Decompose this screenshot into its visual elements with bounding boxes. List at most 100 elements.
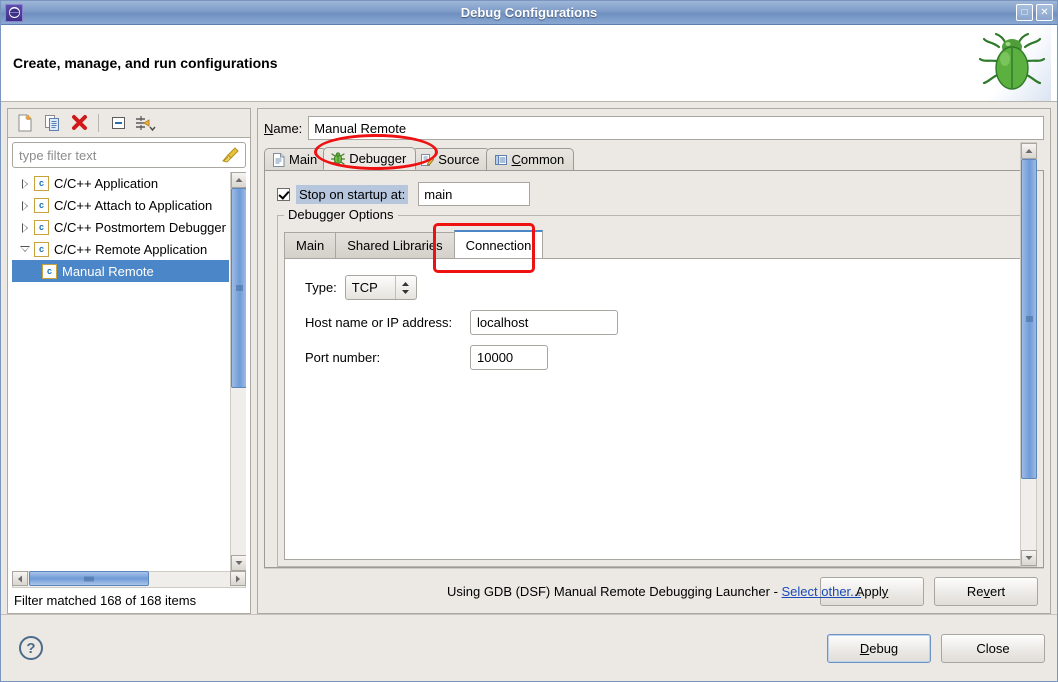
tab-source[interactable]: Source [412, 148, 490, 170]
toolbar-separator [98, 114, 99, 132]
bug-icon [331, 151, 346, 165]
scroll-left-icon[interactable] [12, 571, 28, 586]
broom-icon[interactable] [222, 146, 240, 164]
document-icon [273, 152, 285, 167]
revert-button[interactable]: Revert [934, 576, 1038, 606]
debug-button[interactable]: Debug [827, 633, 931, 663]
inner-tab-main[interactable]: Main [284, 232, 337, 258]
tree-vertical-scrollbar[interactable] [230, 172, 246, 571]
close-icon[interactable]: ✕ [1036, 4, 1053, 21]
debugger-options-title: Debugger Options [284, 207, 398, 222]
stop-on-startup-input[interactable] [418, 182, 531, 206]
host-label: Host name or IP address: [305, 315, 453, 330]
tab-label: Common [511, 152, 565, 167]
tab-label: Source [438, 152, 480, 167]
tree-horizontal-scrollbar[interactable] [12, 571, 246, 589]
close-glyph: ✕ [1040, 7, 1049, 18]
filter-row [12, 142, 246, 168]
new-configuration-icon[interactable] [13, 112, 37, 134]
delete-configuration-icon[interactable] [67, 112, 91, 134]
tab-label: Debugger [349, 151, 407, 166]
scroll-up-icon[interactable] [231, 172, 246, 188]
tree-item-cpp-postmortem-debugger[interactable]: c C/C++ Postmortem Debugger [12, 216, 229, 238]
tree-item-cpp-application[interactable]: c C/C++ Application [12, 172, 229, 194]
scrollbar-grip [1026, 316, 1033, 322]
chevron-right-icon[interactable] [18, 220, 32, 234]
apply-revert-bar: Using GDB (DSF) Manual Remote Debugging … [264, 568, 1044, 613]
collapse-all-icon[interactable] [106, 112, 130, 134]
chevron-updown-icon[interactable] [394, 276, 416, 299]
launcher-status-text: Using GDB (DSF) Manual Remote Debugging … [446, 583, 782, 599]
filter-input[interactable] [12, 142, 246, 168]
scrollbar-grip [236, 285, 243, 291]
tree-scroll-area: c C/C++ Application c C/C++ Attach to Ap… [12, 172, 229, 571]
inner-tab-label: Connection [465, 237, 532, 253]
green-bug-icon [978, 32, 1046, 90]
hscroll-thumb[interactable] [29, 571, 149, 586]
footer-buttons: Debug Close [827, 633, 1049, 663]
inner-tab-label: Shared Libraries [347, 238, 443, 253]
editor-vertical-scrollbar[interactable] [1020, 142, 1037, 567]
c-config-icon: c [34, 175, 49, 191]
tree-scrollbar-thumb[interactable] [231, 188, 246, 388]
launcher-status: Using GDB (DSF) Manual Remote Debugging … [264, 584, 1044, 599]
filter-status-text: Filter matched 168 of 168 items [12, 589, 246, 613]
stop-on-startup-checkbox[interactable] [277, 187, 290, 201]
chevron-right-icon[interactable] [18, 176, 32, 190]
chevron-right-icon[interactable] [18, 198, 32, 212]
filter-menu-icon[interactable] [133, 112, 157, 134]
tab-debugger[interactable]: Debugger [323, 147, 417, 170]
tab-main[interactable]: Main [264, 148, 328, 170]
help-question-icon[interactable]: ? [19, 636, 43, 660]
c-config-icon: c [42, 263, 57, 279]
chevron-down-icon[interactable] [18, 242, 32, 256]
tree-item-label: Manual Remote [62, 263, 154, 279]
page-title: Create, manage, and run configurations [13, 55, 278, 71]
scroll-down-icon[interactable] [231, 555, 246, 571]
name-row: Name: [264, 115, 1044, 141]
host-row: Host name or IP address: [305, 310, 1021, 335]
tree-item-cpp-remote-application[interactable]: c C/C++ Remote Application [12, 238, 229, 260]
host-input[interactable] [470, 310, 618, 335]
configurations-tree[interactable]: c C/C++ Application c C/C++ Attach to Ap… [12, 172, 246, 571]
configuration-tabs: Main Debugger Source Common [264, 147, 1044, 171]
type-value: TCP [351, 280, 378, 295]
maximize-icon[interactable]: □ [1016, 4, 1033, 21]
eclipse-icon [5, 3, 23, 22]
port-input[interactable] [470, 345, 548, 370]
configurations-toolbar [7, 108, 251, 137]
type-label: Type: [305, 280, 337, 295]
tree-item-label: C/C++ Remote Application [54, 241, 208, 257]
inner-tab-label: Main [296, 238, 325, 253]
editor-scrollbar-thumb[interactable] [1021, 159, 1037, 479]
type-row: Type: TCP [305, 275, 1021, 300]
window-title: Debug Configurations [460, 5, 598, 20]
configurations-panel: c C/C++ Application c C/C++ Attach to Ap… [7, 108, 251, 614]
select-other-link[interactable]: Select other... [782, 584, 862, 599]
duplicate-configuration-icon[interactable] [40, 112, 64, 134]
common-icon [494, 154, 507, 165]
scroll-up-icon[interactable] [1021, 143, 1037, 159]
close-button[interactable]: Close [941, 633, 1045, 663]
inner-tab-connection[interactable]: Connection [453, 230, 544, 258]
name-label: Name: [264, 120, 303, 136]
source-icon [421, 153, 435, 166]
inner-tab-shared-libraries[interactable]: Shared Libraries [335, 232, 455, 258]
name-input[interactable] [308, 116, 1044, 140]
tree-item-label: C/C++ Postmortem Debugger [54, 219, 226, 235]
scroll-right-icon[interactable] [230, 571, 246, 586]
tab-common[interactable]: Common [485, 148, 575, 170]
c-config-icon: c [34, 197, 49, 213]
type-combobox[interactable]: TCP [344, 275, 417, 300]
dialog-footer: ? Debug Close [1, 614, 1057, 681]
debug-configurations-dialog: Debug Configurations □ ✕ Create, manage,… [0, 0, 1058, 682]
tree-item-cpp-attach-to-application[interactable]: c C/C++ Attach to Application [12, 194, 229, 216]
debugger-options-tabs: Main Shared Libraries Connection [284, 230, 1028, 258]
scroll-down-icon[interactable] [1021, 550, 1037, 566]
port-row: Port number: [305, 345, 1021, 370]
tree-item-manual-remote[interactable]: c Manual Remote [12, 260, 229, 282]
debugger-tab-panel: Stop on startup at: Debugger Options Mai… [264, 142, 1044, 568]
dialog-body: c C/C++ Application c C/C++ Attach to Ap… [1, 102, 1057, 614]
stop-on-startup-row: Stop on startup at: [277, 181, 1043, 207]
c-config-icon: c [34, 219, 49, 235]
